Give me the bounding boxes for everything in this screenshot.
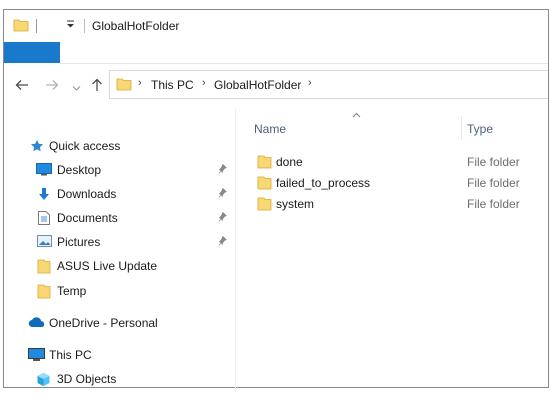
ribbon-divider: [60, 63, 548, 64]
computer-icon: [28, 348, 45, 365]
arrow-up-icon: [92, 78, 102, 91]
pin-icon[interactable]: [218, 211, 228, 225]
address-bar[interactable]: › This PC › GlobalHotFolder ›: [109, 70, 548, 99]
navigation-bar: › This PC › GlobalHotFolder ›: [4, 68, 548, 106]
file-type: File folder: [467, 176, 520, 190]
chevron-right-icon[interactable]: ›: [202, 77, 206, 89]
file-name: failed_to_process: [276, 176, 371, 190]
nav-item-label: Pictures: [57, 235, 101, 249]
recent-locations-button[interactable]: [72, 80, 81, 96]
star-icon: [30, 139, 44, 156]
nav-item-label: OneDrive - Personal: [49, 316, 158, 330]
nav-item-label: Temp: [57, 284, 87, 298]
folder-icon[interactable]: [13, 18, 29, 35]
file-row-failed-to-process[interactable]: failed_to_process File folder: [236, 172, 546, 193]
pin-icon[interactable]: [218, 163, 228, 177]
column-header-name[interactable]: Name: [254, 122, 286, 136]
nav-item-label: Desktop: [57, 163, 102, 177]
nav-item-3d-objects[interactable]: 3D Objects: [4, 368, 235, 390]
nav-item-label: Documents: [57, 211, 118, 225]
nav-item-quick-access[interactable]: Quick access: [4, 135, 235, 157]
download-icon: [37, 187, 51, 204]
documents-icon: [38, 211, 50, 228]
file-type: File folder: [467, 155, 520, 169]
folder-icon: [257, 176, 272, 193]
file-type: File folder: [467, 197, 520, 211]
chevron-right-icon[interactable]: ›: [308, 77, 312, 89]
nav-item-this-pc[interactable]: This PC: [4, 344, 235, 366]
nav-item-pictures[interactable]: Pictures: [4, 231, 235, 253]
folder-icon: [257, 155, 272, 172]
up-button[interactable]: [90, 78, 104, 95]
breadcrumb-globalhotfolder[interactable]: GlobalHotFolder: [214, 78, 301, 92]
file-list: Name Type done File folder failed_to_pro…: [236, 108, 548, 387]
arrow-right-icon: [46, 80, 59, 90]
navigation-pane: Quick access Desktop Downloads Documents…: [4, 108, 235, 387]
chevron-down-icon: [72, 86, 81, 91]
pictures-icon: [37, 235, 52, 251]
customize-quick-access-chevron-down-icon[interactable]: [66, 20, 75, 31]
file-row-done[interactable]: done File folder: [236, 151, 546, 172]
folder-icon: [37, 259, 51, 277]
forward-button[interactable]: [45, 78, 59, 95]
nav-item-onedrive[interactable]: OneDrive - Personal: [4, 312, 235, 334]
file-name: done: [276, 155, 303, 169]
column-header-type[interactable]: Type: [467, 122, 493, 136]
file-name: system: [276, 197, 315, 211]
folder-icon: [116, 77, 132, 94]
nav-item-desktop[interactable]: Desktop: [4, 159, 235, 181]
title-bar: GlobalHotFolder: [4, 10, 548, 42]
nav-item-label: Downloads: [57, 187, 117, 201]
nav-item-label: 3D Objects: [57, 372, 117, 386]
cube-icon: [36, 372, 51, 390]
file-tab[interactable]: [4, 42, 60, 63]
nav-item-label: ASUS Live Update: [57, 259, 158, 273]
cloud-icon: [28, 316, 46, 331]
arrow-left-icon: [15, 80, 28, 90]
nav-item-label: This PC: [49, 348, 92, 362]
pin-icon[interactable]: [218, 187, 228, 201]
desktop-icon: [36, 163, 52, 179]
window-title: GlobalHotFolder: [92, 19, 180, 33]
folder-icon: [37, 284, 51, 302]
caret-up-icon: [352, 110, 361, 120]
nav-item-label: Quick access: [49, 139, 121, 153]
chevron-right-icon[interactable]: ›: [138, 77, 142, 89]
nav-item-downloads[interactable]: Downloads: [4, 183, 235, 205]
nav-item-temp[interactable]: Temp: [4, 280, 235, 302]
folder-icon: [257, 197, 272, 214]
pin-icon[interactable]: [218, 235, 228, 249]
breadcrumb-this-pc[interactable]: This PC: [151, 78, 194, 92]
nav-item-documents[interactable]: Documents: [4, 207, 235, 229]
title-separator: [84, 19, 85, 33]
toolbar-separator: [36, 19, 37, 33]
file-row-system[interactable]: system File folder: [236, 193, 546, 214]
column-divider[interactable]: [461, 116, 462, 140]
nav-item-asus-live-update[interactable]: ASUS Live Update: [4, 255, 235, 277]
back-button[interactable]: [15, 78, 29, 95]
explorer-window: GlobalHotFolder › This PC › GlobalHotFol…: [3, 9, 549, 389]
